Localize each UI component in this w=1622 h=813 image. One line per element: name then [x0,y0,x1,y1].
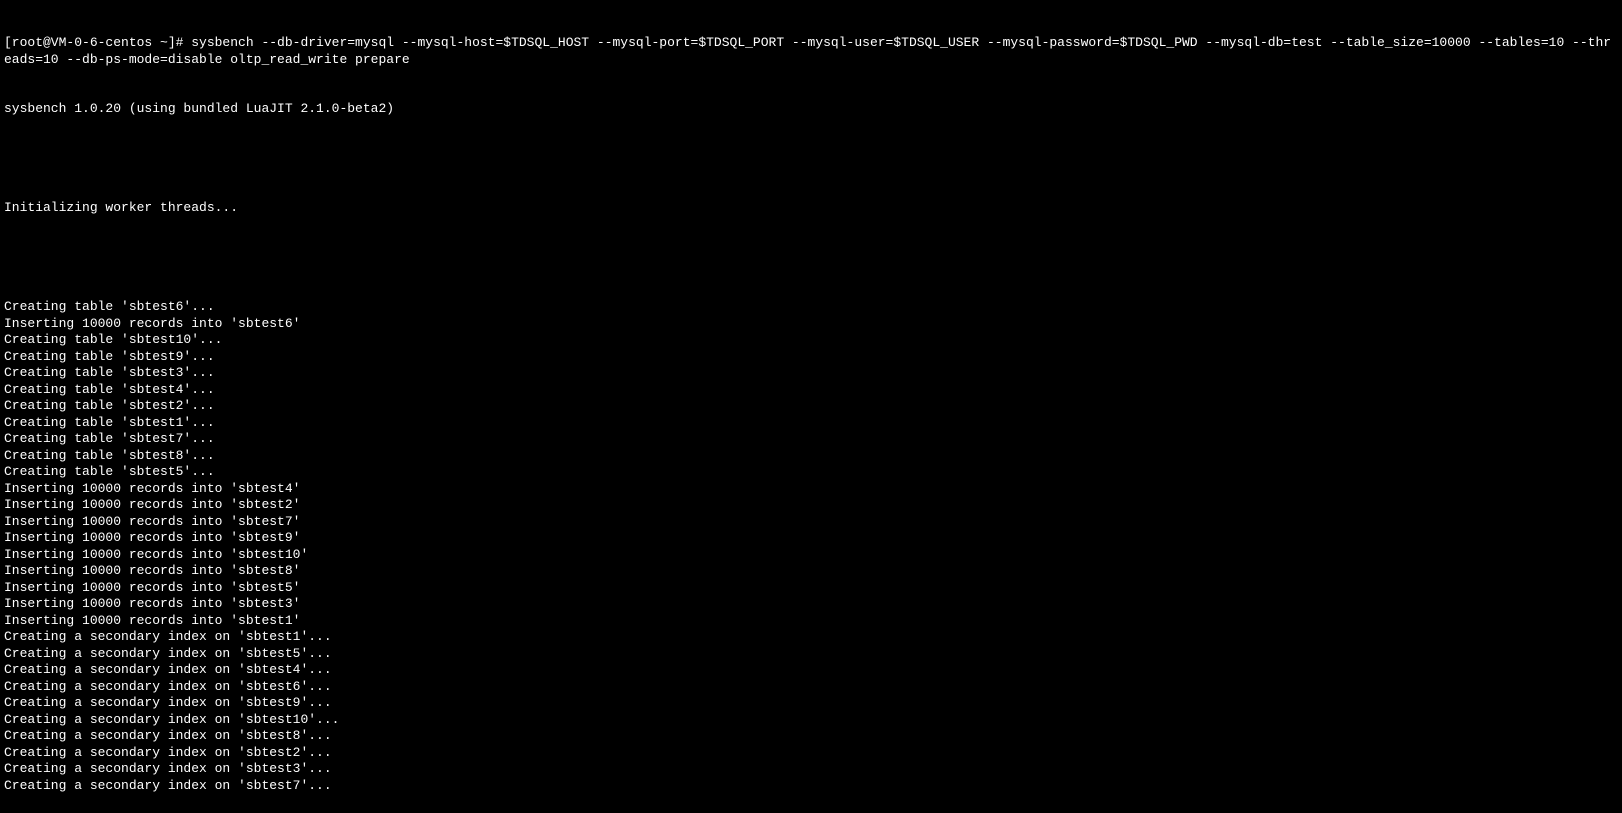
output-line: Creating table 'sbtest7'... [4,431,1618,448]
init-threads-line: Initializing worker threads... [4,200,1618,217]
output-line: Creating a secondary index on 'sbtest6'.… [4,679,1618,696]
blank-line [4,151,1618,168]
output-line: Inserting 10000 records into 'sbtest6' [4,316,1618,333]
output-line: Creating table 'sbtest9'... [4,349,1618,366]
command-prompt-line: [root@VM-0-6-centos ~]# sysbench --db-dr… [4,35,1618,68]
output-line: Inserting 10000 records into 'sbtest2' [4,497,1618,514]
output-line: Inserting 10000 records into 'sbtest3' [4,596,1618,613]
output-line: Creating a secondary index on 'sbtest9'.… [4,695,1618,712]
output-line: Inserting 10000 records into 'sbtest8' [4,563,1618,580]
output-line: Creating a secondary index on 'sbtest7'.… [4,778,1618,795]
output-line: Creating a secondary index on 'sbtest8'.… [4,728,1618,745]
output-line: Creating table 'sbtest2'... [4,398,1618,415]
output-line: Inserting 10000 records into 'sbtest7' [4,514,1618,531]
output-line: Creating a secondary index on 'sbtest1'.… [4,629,1618,646]
output-line: Inserting 10000 records into 'sbtest5' [4,580,1618,597]
output-line: Creating a secondary index on 'sbtest5'.… [4,646,1618,663]
output-line: Creating table 'sbtest4'... [4,382,1618,399]
output-line: Creating a secondary index on 'sbtest3'.… [4,761,1618,778]
output-line: Creating table 'sbtest3'... [4,365,1618,382]
output-line: Inserting 10000 records into 'sbtest9' [4,530,1618,547]
output-line: Creating a secondary index on 'sbtest10'… [4,712,1618,729]
output-line: Inserting 10000 records into 'sbtest10' [4,547,1618,564]
output-line: Creating a secondary index on 'sbtest4'.… [4,662,1618,679]
output-line: Creating table 'sbtest1'... [4,415,1618,432]
blank-line [4,250,1618,267]
output-line: Inserting 10000 records into 'sbtest1' [4,613,1618,630]
output-line: Creating table 'sbtest8'... [4,448,1618,465]
version-line: sysbench 1.0.20 (using bundled LuaJIT 2.… [4,101,1618,118]
terminal-output[interactable]: [root@VM-0-6-centos ~]# sysbench --db-dr… [0,0,1622,813]
output-line: Creating table 'sbtest5'... [4,464,1618,481]
output-line: Creating table 'sbtest6'... [4,299,1618,316]
output-line: Inserting 10000 records into 'sbtest4' [4,481,1618,498]
output-line: Creating a secondary index on 'sbtest2'.… [4,745,1618,762]
output-line: Creating table 'sbtest10'... [4,332,1618,349]
output-container: Creating table 'sbtest6'...Inserting 100… [4,299,1618,794]
